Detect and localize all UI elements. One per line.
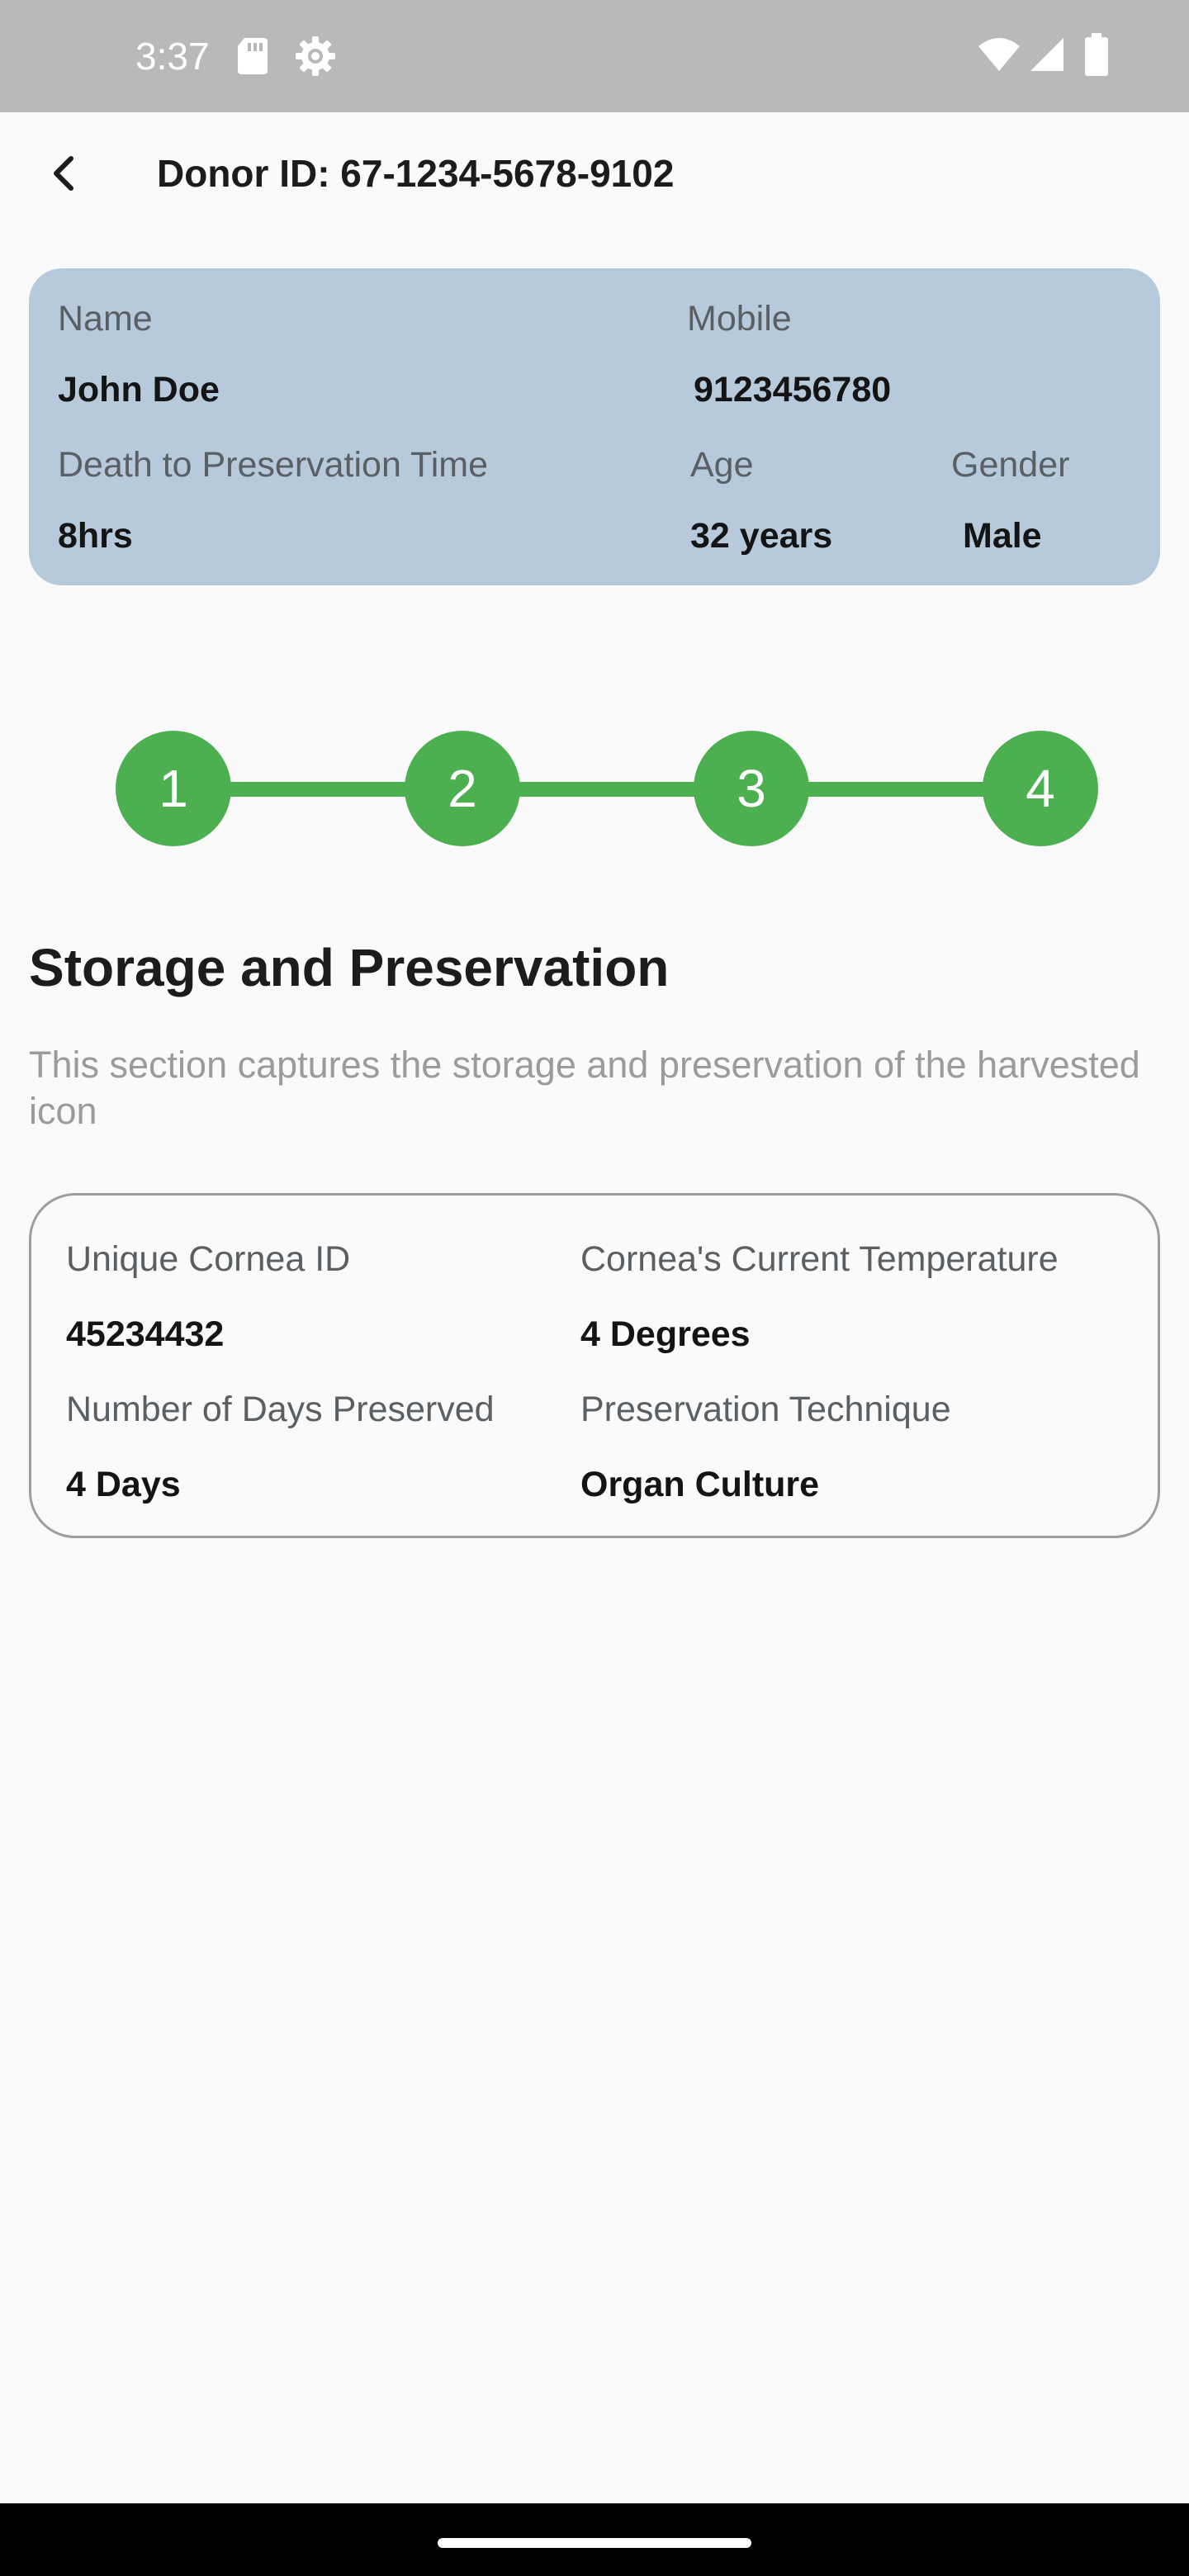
step-connector bbox=[223, 782, 408, 797]
battery-icon bbox=[1085, 33, 1108, 80]
storage-details-card: Unique Cornea ID 45234432 Cornea's Curre… bbox=[29, 1193, 1160, 1538]
death-to-preservation-value: 8hrs bbox=[58, 516, 133, 556]
cornea-id-value: 45234432 bbox=[66, 1314, 225, 1354]
mobile-label: Mobile bbox=[687, 299, 792, 339]
mobile-value: 9123456780 bbox=[694, 370, 892, 410]
progress-stepper: 1 2 3 4 bbox=[0, 727, 1189, 850]
screen: 3:37 Donor ID: 67-1234-5678-9102 Name Jo… bbox=[0, 0, 1189, 2576]
section-title: Storage and Preservation bbox=[29, 938, 670, 997]
status-time: 3:37 bbox=[135, 35, 210, 78]
system-navigation-bar bbox=[0, 2503, 1189, 2576]
step-number: 1 bbox=[159, 759, 188, 818]
signal-icon bbox=[1029, 36, 1065, 77]
back-button[interactable] bbox=[33, 142, 96, 205]
status-bar: 3:37 bbox=[0, 0, 1189, 112]
step-connector bbox=[801, 782, 988, 797]
name-value: John Doe bbox=[58, 370, 220, 410]
temperature-label: Cornea's Current Temperature bbox=[580, 1239, 1059, 1279]
home-gesture-handle[interactable] bbox=[438, 2538, 751, 2548]
days-preserved-value: 4 Days bbox=[66, 1465, 181, 1504]
preservation-technique-label: Preservation Technique bbox=[580, 1390, 951, 1429]
cornea-id-label: Unique Cornea ID bbox=[66, 1239, 351, 1279]
step-4[interactable]: 4 bbox=[983, 731, 1098, 846]
step-number: 2 bbox=[448, 759, 477, 818]
age-label: Age bbox=[690, 445, 754, 485]
settings-gear-icon bbox=[294, 35, 337, 82]
name-label: Name bbox=[58, 299, 153, 339]
step-number: 3 bbox=[737, 759, 766, 818]
death-to-preservation-label: Death to Preservation Time bbox=[58, 445, 489, 485]
step-3[interactable]: 3 bbox=[694, 731, 809, 846]
sd-card-icon bbox=[236, 36, 269, 80]
donor-info-card: Name John Doe Mobile 9123456780 Death to… bbox=[29, 268, 1160, 585]
gender-value: Male bbox=[963, 516, 1042, 556]
section-description: This section captures the storage and pr… bbox=[29, 1044, 1140, 1132]
wifi-icon bbox=[978, 36, 1021, 77]
step-2[interactable]: 2 bbox=[405, 731, 520, 846]
temperature-value: 4 Degrees bbox=[580, 1314, 751, 1354]
step-connector bbox=[512, 782, 699, 797]
gender-label: Gender bbox=[951, 445, 1070, 485]
preservation-technique-value: Organ Culture bbox=[580, 1465, 820, 1504]
page-title: Donor ID: 67-1234-5678-9102 bbox=[157, 152, 675, 195]
step-1[interactable]: 1 bbox=[116, 731, 231, 846]
chevron-left-icon bbox=[54, 156, 73, 191]
age-value: 32 years bbox=[690, 516, 833, 556]
step-number: 4 bbox=[1026, 759, 1055, 818]
days-preserved-label: Number of Days Preserved bbox=[66, 1390, 495, 1429]
